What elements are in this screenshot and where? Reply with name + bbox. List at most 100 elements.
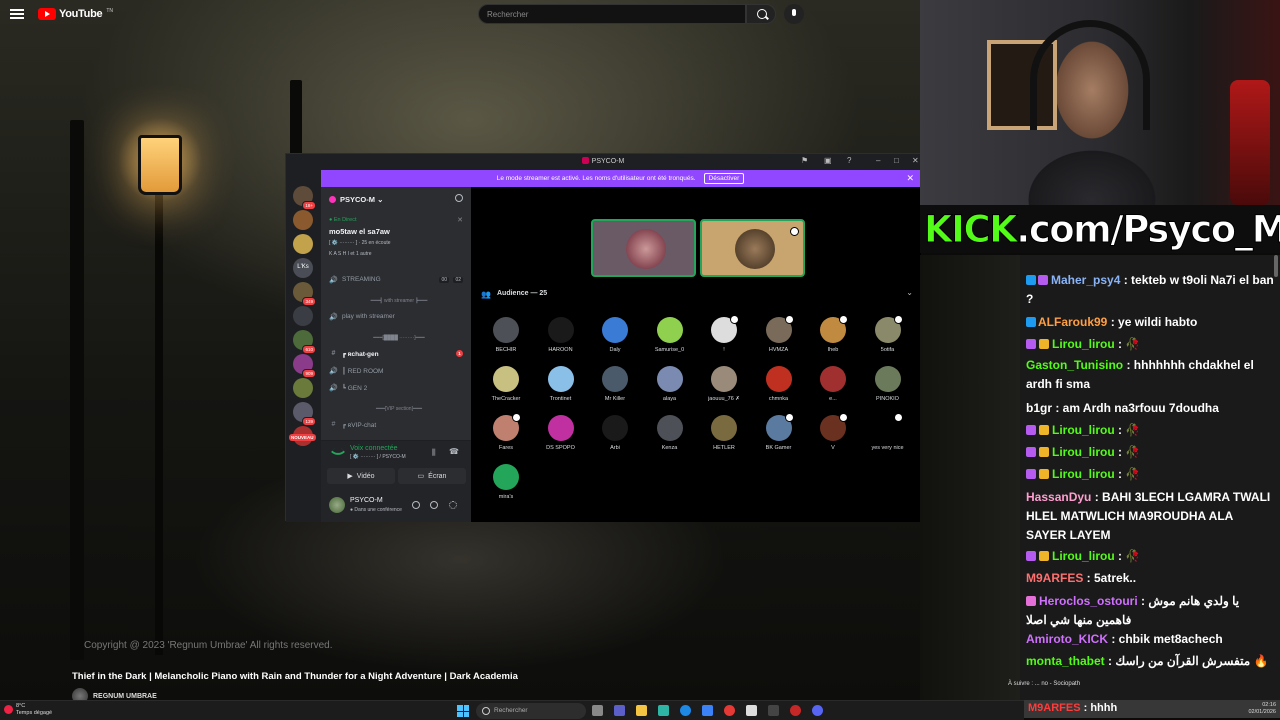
taskbar-search-input[interactable]: Rechercher bbox=[476, 703, 586, 719]
audience-member[interactable]: alaya bbox=[643, 366, 697, 402]
audience-member[interactable]: BK Gamer bbox=[752, 413, 806, 451]
screen-share-button[interactable]: ▭ Écran bbox=[398, 468, 466, 484]
category-with-streamer[interactable]: ━━━┫ with streamer ┣━━━ bbox=[329, 298, 469, 304]
help-icon[interactable]: ? bbox=[847, 156, 851, 165]
noise-suppression-icon[interactable]: ⫼ bbox=[432, 448, 436, 458]
chat-username[interactable]: monta_thabet bbox=[1026, 654, 1105, 668]
audience-member[interactable]: Trontinet bbox=[534, 366, 588, 402]
close-button[interactable]: ✕ bbox=[912, 156, 919, 165]
chat-username[interactable]: Amiroto_KICK bbox=[1026, 632, 1108, 646]
invite-icon[interactable] bbox=[455, 194, 463, 202]
chat-username[interactable]: M9ARFES bbox=[1026, 571, 1083, 585]
microphone-icon[interactable] bbox=[784, 4, 804, 24]
channel-name[interactable]: REGNUM UMBRAE bbox=[93, 693, 157, 700]
stage-event-title[interactable]: mo5taw el sa7aw bbox=[329, 227, 390, 236]
chat-username[interactable]: Lirou_lirou bbox=[1052, 549, 1115, 563]
app-icon[interactable] bbox=[746, 705, 757, 716]
server-icon[interactable] bbox=[293, 306, 313, 326]
channel-streaming[interactable]: 🔊 STREAMING 00 02 bbox=[329, 273, 469, 286]
chat-username[interactable]: Lirou_lirou bbox=[1052, 423, 1115, 437]
chat-username[interactable]: Lirou_lirou bbox=[1052, 337, 1115, 351]
audience-member[interactable]: Arbi bbox=[588, 415, 642, 451]
server-icon[interactable]: 610 bbox=[293, 330, 316, 354]
server-icon[interactable]: 909 bbox=[293, 354, 316, 378]
voice-status[interactable]: Voix connectée bbox=[350, 445, 397, 452]
edge-icon[interactable] bbox=[658, 705, 669, 716]
audience-member[interactable]: Kenza bbox=[643, 415, 697, 451]
audience-member[interactable]: Daly bbox=[588, 317, 642, 353]
disconnect-icon[interactable]: ☎ bbox=[449, 447, 459, 456]
task-view-icon[interactable] bbox=[592, 705, 603, 716]
audience-member[interactable]: PINOKIO bbox=[861, 366, 915, 402]
chat-scrollbar[interactable] bbox=[1274, 255, 1278, 277]
hamburger-menu-icon[interactable] bbox=[10, 9, 24, 19]
chat-username[interactable]: Lirou_lirou bbox=[1052, 445, 1115, 459]
close-icon[interactable]: ✕ bbox=[906, 173, 914, 184]
minimize-button[interactable]: – bbox=[876, 156, 880, 165]
category-chat[interactable]: ━━━[████ ·········]━━━ bbox=[329, 335, 469, 341]
video-button[interactable]: ▶ Vidéo bbox=[327, 468, 395, 484]
server-name[interactable]: PSYCO-M ⌄ bbox=[329, 195, 383, 204]
audience-member[interactable]: V bbox=[806, 413, 860, 451]
inbox-icon[interactable]: ⚑ bbox=[801, 156, 808, 165]
chat-username[interactable]: b1gr bbox=[1026, 401, 1052, 415]
chat-username[interactable]: Gaston_Tunisino bbox=[1026, 358, 1123, 372]
file-explorer-icon[interactable] bbox=[636, 705, 647, 716]
maximize-button[interactable]: □ bbox=[894, 156, 899, 165]
headphones-icon[interactable] bbox=[430, 501, 438, 509]
server-icon[interactable]: 349 bbox=[293, 282, 316, 306]
audience-member[interactable]: Samurise_0 bbox=[643, 317, 697, 353]
audience-member[interactable]: ! bbox=[697, 315, 751, 353]
audience-member[interactable]: BECHIR bbox=[479, 317, 533, 353]
weather-widget[interactable]: 8°C Temps dégagé bbox=[16, 703, 52, 717]
channel-play-with-streamer[interactable]: 🔊 play with streamer bbox=[329, 310, 469, 323]
audience-member[interactable]: yes very nice bbox=[861, 413, 915, 451]
audience-member[interactable]: TheCracker bbox=[479, 366, 533, 402]
chat-username[interactable]: Maher_psy4 bbox=[1051, 273, 1120, 287]
avatar[interactable] bbox=[329, 497, 345, 513]
server-icon[interactable] bbox=[293, 234, 313, 254]
audience-member[interactable]: HVMZA bbox=[752, 315, 806, 353]
chat-username[interactable]: ALFarouk99 bbox=[1038, 315, 1107, 329]
gear-icon[interactable] bbox=[449, 501, 457, 509]
server-icon[interactable] bbox=[293, 210, 313, 230]
speaker-tile[interactable] bbox=[700, 219, 805, 277]
app-icon[interactable] bbox=[768, 705, 779, 716]
youtube-logo[interactable]: YouTube TN bbox=[38, 8, 113, 20]
server-icon[interactable] bbox=[293, 378, 313, 398]
taskbar-clock[interactable]: 02:16 02/01/2026 bbox=[1220, 700, 1280, 720]
audience-member[interactable]: mira's bbox=[479, 464, 533, 500]
server-icon[interactable]: L'Ks bbox=[293, 258, 313, 278]
audience-member[interactable]: Mr Killer bbox=[588, 366, 642, 402]
audience-member[interactable]: DS SPOPO bbox=[534, 415, 588, 451]
audience-member[interactable]: 5otifa bbox=[861, 315, 915, 353]
category-vip[interactable]: ━━━[VIP section]━━━ bbox=[329, 406, 469, 412]
disable-streamer-mode-button[interactable]: Désactiver bbox=[703, 173, 745, 184]
windows-start-icon[interactable] bbox=[457, 705, 469, 717]
chat-username[interactable]: HassanDyu bbox=[1026, 490, 1091, 504]
audience-member[interactable]: HAROON bbox=[534, 317, 588, 353]
audience-member[interactable]: chmnka bbox=[752, 366, 806, 402]
close-icon[interactable]: ✕ bbox=[457, 216, 463, 224]
audience-member[interactable]: Fares bbox=[479, 413, 533, 451]
microphone-icon[interactable] bbox=[412, 501, 420, 509]
server-icon[interactable]: 18+ bbox=[293, 186, 316, 210]
channel-red-room[interactable]: 🔊 ┃ RED ROOM bbox=[329, 364, 469, 377]
server-icon[interactable]: 139 bbox=[293, 402, 316, 426]
speaker-tile[interactable] bbox=[591, 219, 696, 277]
chevron-down-icon[interactable]: ⌄ bbox=[906, 288, 913, 297]
weather-icon[interactable] bbox=[4, 705, 13, 714]
teams-icon[interactable] bbox=[614, 705, 625, 716]
app-icon[interactable] bbox=[790, 705, 801, 716]
discord-icon[interactable] bbox=[812, 705, 823, 716]
audience-member[interactable]: jaouuu_76 ✗ bbox=[697, 366, 751, 402]
channel-chat-gen[interactable]: # ┏ ʀchat-gen 1 bbox=[329, 347, 469, 360]
chrome-icon[interactable] bbox=[724, 705, 735, 716]
channel-gen-2[interactable]: 🔊 ┗ GEN 2 bbox=[329, 381, 469, 394]
channel-vip-chat[interactable]: # ┏ ʀVIP-chat bbox=[329, 418, 469, 431]
screen-icon[interactable]: ▣ bbox=[824, 156, 832, 165]
app-icon[interactable] bbox=[702, 705, 713, 716]
audience-member[interactable]: HETLER bbox=[697, 415, 751, 451]
audience-member[interactable]: e... bbox=[806, 366, 860, 402]
audience-member[interactable]: Iheb bbox=[806, 315, 860, 353]
